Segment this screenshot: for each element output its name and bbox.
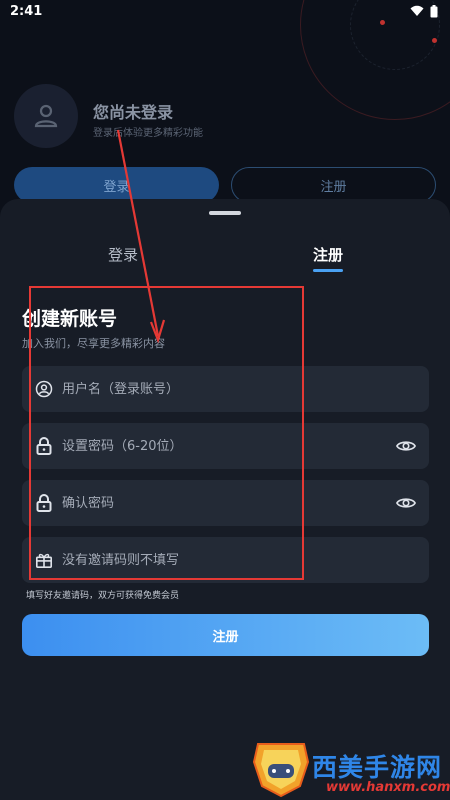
drag-handle[interactable] [209,211,241,215]
status-time: 2:41 [10,3,43,19]
watermark-url: www.hanxm.com [326,780,450,795]
profile-register-button[interactable]: 注册 [231,167,436,203]
tab-register[interactable]: 注册 [313,244,343,265]
watermark-text: 西美手游网 [312,753,443,782]
status-icons [410,4,438,18]
battery-icon [430,4,438,17]
profile-subtitle: 登录后体验更多精彩功能 [93,128,203,139]
eye-icon[interactable] [395,435,417,457]
user-icon [34,104,58,128]
status-bar: 2:41 [0,0,450,22]
profile-login-button[interactable]: 登录 [14,167,219,203]
profile-title: 您尚未登录 [93,103,174,122]
tab-login[interactable]: 登录 [108,244,138,265]
tab-active-indicator [313,269,343,272]
avatar[interactable] [14,84,78,148]
decorative-dot [432,38,437,43]
invite-hint: 填写好友邀请码，双方可获得免费会员 [26,591,180,601]
register-button[interactable]: 注册 [22,614,429,656]
annotation-highlight-box [29,286,304,580]
eye-icon[interactable] [395,492,417,514]
wifi-icon [410,5,424,16]
